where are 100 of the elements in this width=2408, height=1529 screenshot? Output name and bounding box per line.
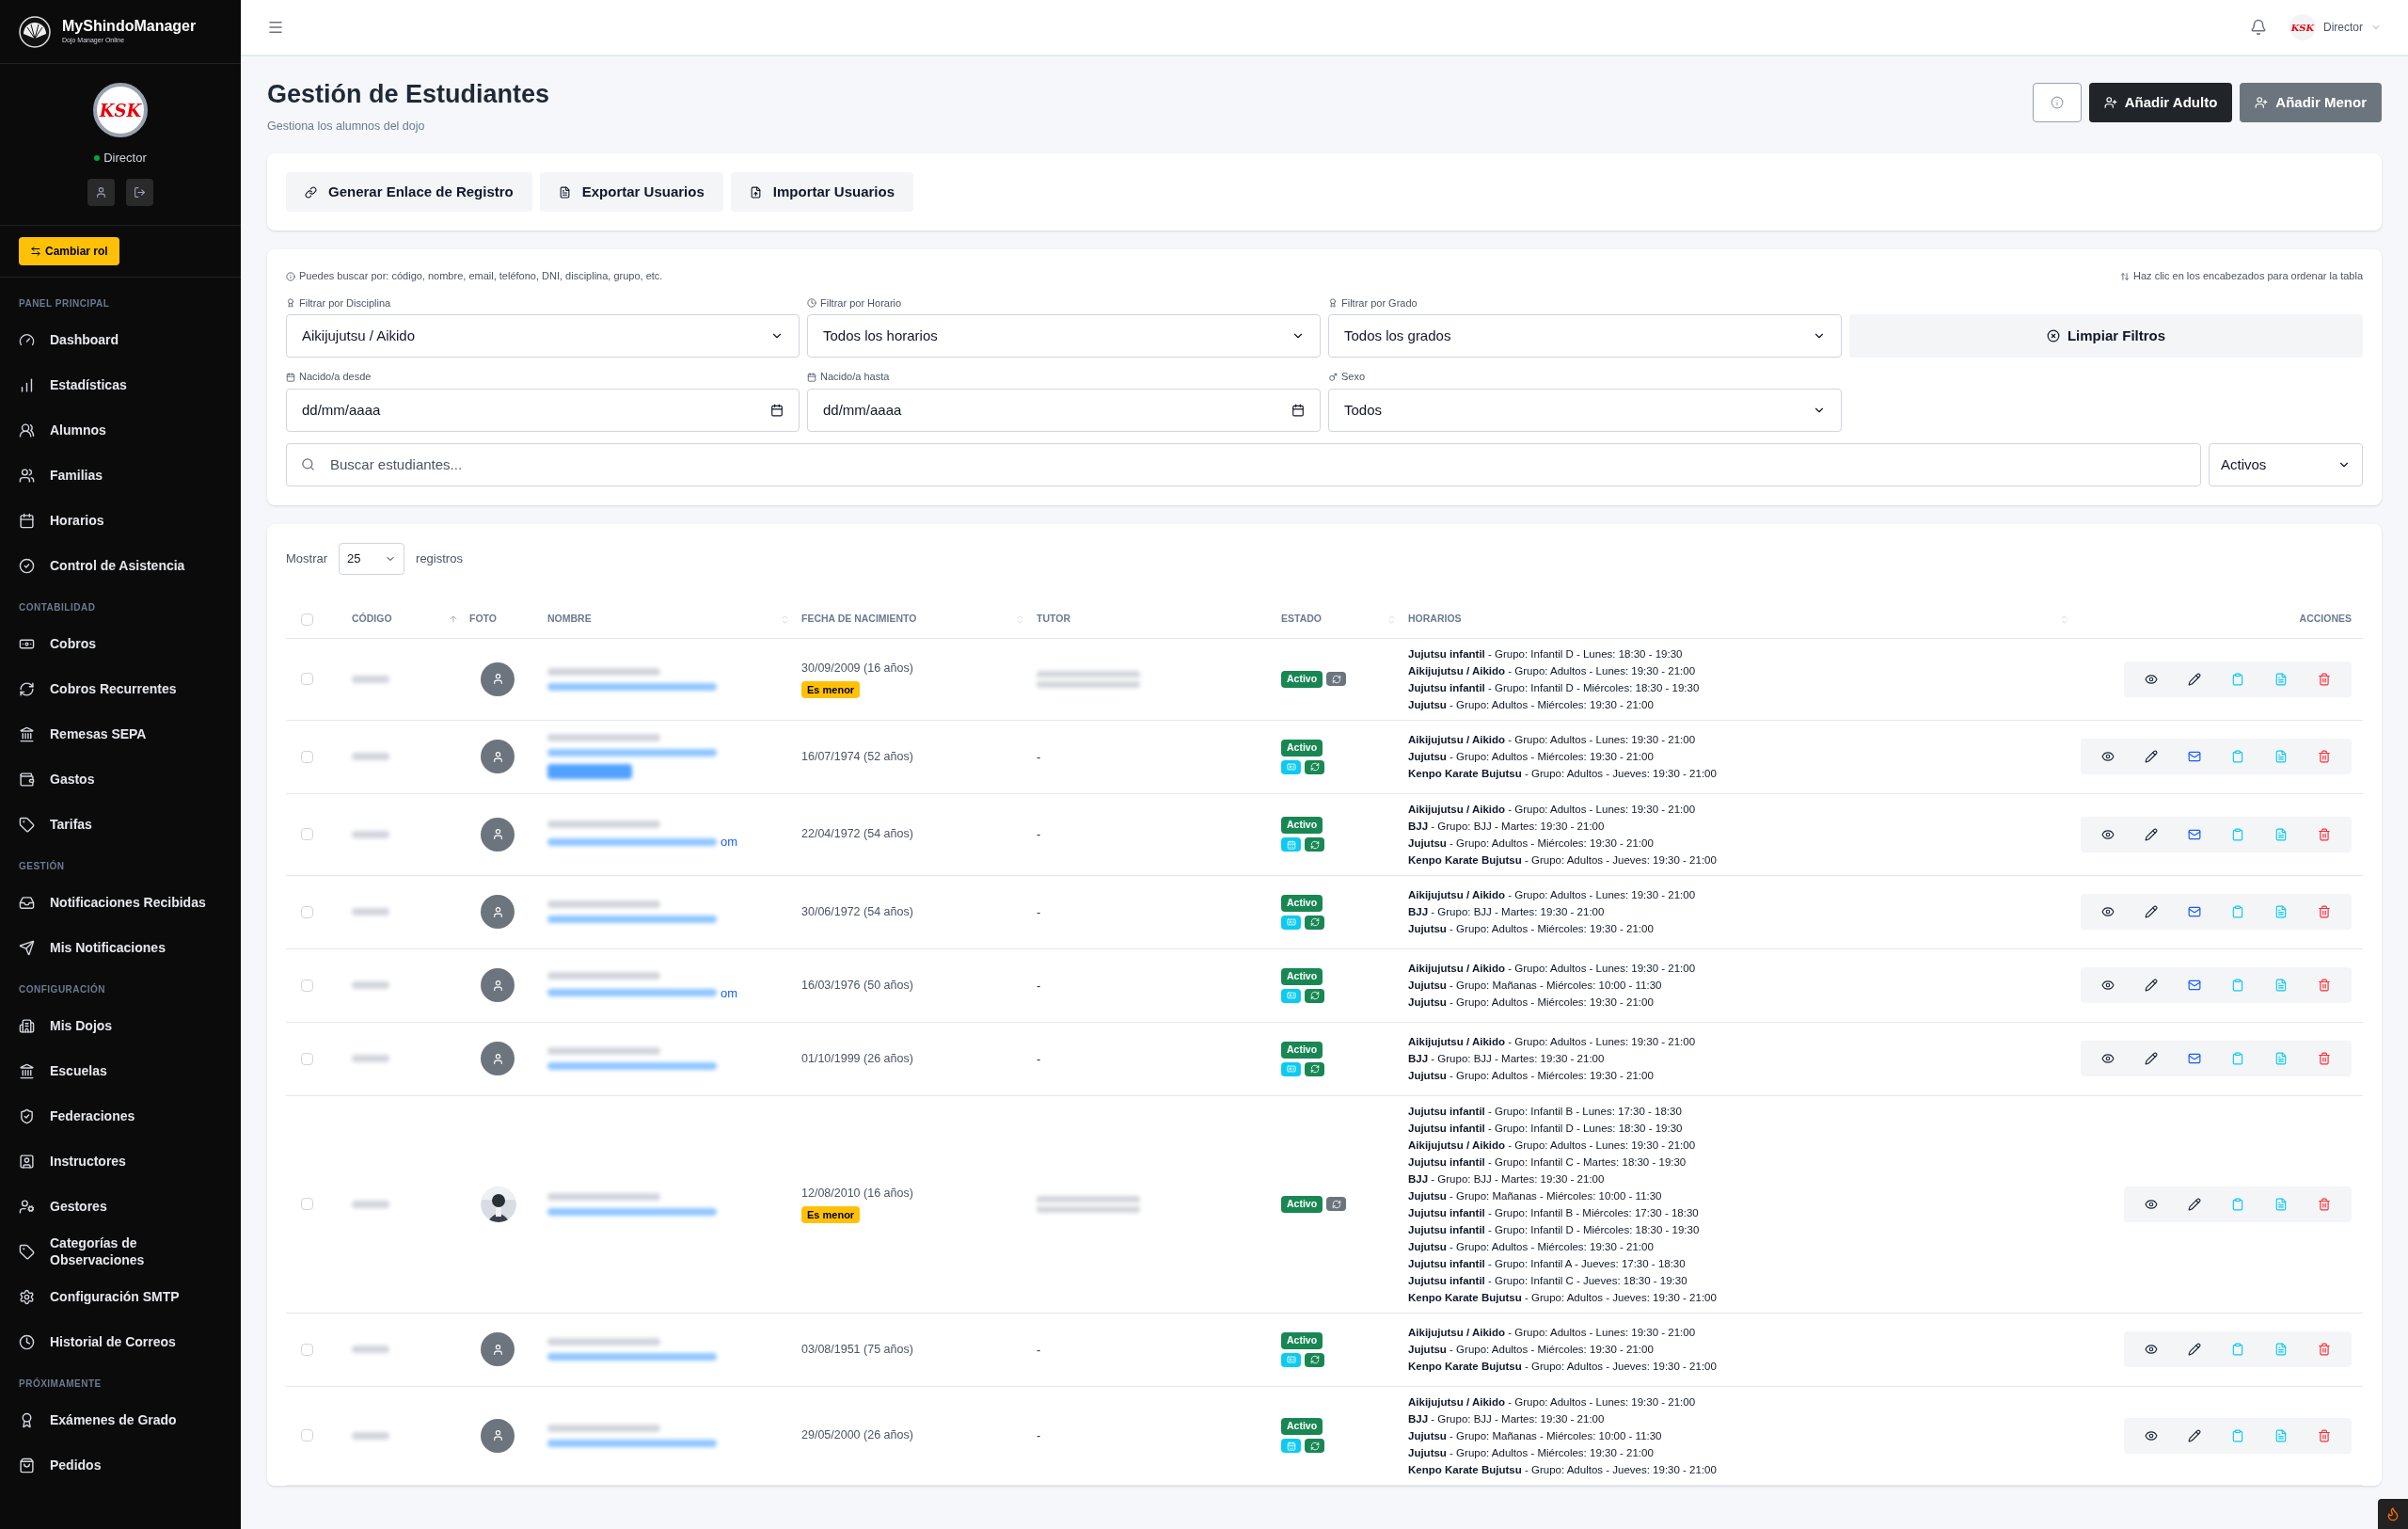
schedule-line: Jujutsu - Grupo: Adultos - Miércoles: 19:30 - 21:00 xyxy=(1408,995,1654,1011)
column-header[interactable]: CÓDIGO xyxy=(352,612,392,628)
column-header[interactable]: FECHA DE NACIMIENTO xyxy=(801,612,917,628)
nav-item[interactable]: Horarios xyxy=(19,498,222,544)
nav-item[interactable]: Instructores xyxy=(19,1139,222,1185)
logout-button[interactable] xyxy=(126,178,153,206)
page-size-select[interactable]: 25 xyxy=(339,542,405,575)
schedule-line: Aikijujutsu / Aikido - Grupo: Adultos - Lunes: 19:30 - 21:00 xyxy=(1408,1394,1696,1410)
row-checkbox[interactable] xyxy=(301,673,313,686)
column-header[interactable]: NOMBRE xyxy=(547,612,592,628)
nav-item[interactable]: Escuelas xyxy=(19,1048,222,1094)
date-field[interactable]: dd/mm/aaaa xyxy=(286,388,800,432)
column-header[interactable]: ESTADO xyxy=(1281,612,1322,628)
status-badge: Activo xyxy=(1281,1418,1323,1436)
info-icon xyxy=(286,271,295,281)
row-checkbox[interactable] xyxy=(301,1343,313,1356)
user-plus-icon xyxy=(2103,96,2117,109)
blurred-text xyxy=(352,1346,389,1354)
nav-item[interactable]: Configuración SMTP xyxy=(19,1274,222,1320)
search-icon xyxy=(301,456,315,471)
nav-item[interactable]: Familias xyxy=(19,453,222,499)
schedule-line: Aikijujutsu / Aikido - Grupo: Adultos - Lunes: 19:30 - 21:00 xyxy=(1408,962,1696,977)
row-checkbox[interactable] xyxy=(301,1198,313,1211)
clear-filters-button[interactable]: Limpiar Filtros xyxy=(1849,314,2363,358)
add-button[interactable]: Añadir Menor xyxy=(2240,83,2382,122)
nav-item[interactable]: Alumnos xyxy=(19,407,222,454)
row-checkbox[interactable] xyxy=(301,1052,313,1065)
select-field[interactable]: Todos los grados xyxy=(1328,314,1842,358)
nav-section-title: CONFIGURACIÓN xyxy=(19,982,107,996)
eye-icon xyxy=(2101,1052,2115,1066)
blurred-text xyxy=(352,1200,389,1208)
nav-item[interactable]: Notificaciones Recibidas xyxy=(19,880,222,926)
nav-item[interactable]: Mis Dojos xyxy=(19,1003,222,1049)
column-header[interactable]: FOTO xyxy=(469,612,497,628)
nav-item[interactable]: Estadísticas xyxy=(19,362,222,408)
user-menu[interactable]: KSK Director xyxy=(2289,14,2382,40)
nav-item[interactable]: Remesas SEPA xyxy=(19,711,222,757)
nav-item[interactable]: Dashboard xyxy=(19,317,222,363)
tool-button[interactable]: Generar Enlace de Registro xyxy=(286,172,532,213)
status-select[interactable]: Activos xyxy=(2209,442,2363,486)
row-checkbox[interactable] xyxy=(301,1429,313,1442)
nav-item[interactable]: Pedidos xyxy=(19,1442,222,1489)
notifications-button[interactable] xyxy=(2250,19,2267,36)
nav-item[interactable]: Mis Notificaciones xyxy=(19,925,222,971)
trash-icon xyxy=(2318,750,2331,764)
birth-date: 03/08/1951 (75 años) xyxy=(801,1341,913,1358)
nav-item[interactable]: Categorías de Observaciones xyxy=(19,1229,222,1275)
info-button[interactable] xyxy=(2032,83,2082,122)
sort-hint: Haz clic en los encabezados para ordenar la tabla xyxy=(2133,269,2363,284)
column-header[interactable]: TUTOR xyxy=(1037,612,1070,628)
nav-item[interactable]: Federaciones xyxy=(19,1093,222,1139)
medal-icon xyxy=(1328,298,1338,308)
profile-button[interactable] xyxy=(87,178,115,206)
clipboard-icon xyxy=(2231,1052,2244,1066)
trash-icon xyxy=(2318,905,2331,919)
row-checkbox[interactable] xyxy=(301,905,313,918)
nav-item[interactable]: Cobros xyxy=(19,621,222,667)
flame-button[interactable] xyxy=(2378,1499,2408,1529)
nav-item[interactable]: Tarifas xyxy=(19,802,222,848)
date-field[interactable]: dd/mm/aaaa xyxy=(807,388,1321,432)
tutor-text: - xyxy=(1037,827,1041,841)
schedule-line: Jujutsu - Grupo: Mañanas - Miércoles: 10:00 - 11:30 xyxy=(1408,979,1662,994)
switch-role-button[interactable]: Cambiar rol xyxy=(19,236,119,265)
bank-icon xyxy=(19,1063,35,1079)
filter-label: Sexo xyxy=(1341,370,1366,385)
calendar-icon xyxy=(770,403,784,417)
add-button[interactable]: Añadir Adulto xyxy=(2088,83,2233,122)
schedule-line: Jujutsu - Grupo: Mañanas - Miércoles: 10:00 - 11:30 xyxy=(1408,1188,1662,1203)
row-checkbox[interactable] xyxy=(301,750,313,763)
select-field[interactable]: Todos los horarios xyxy=(807,314,1321,358)
select-field[interactable]: Todos xyxy=(1328,388,1842,432)
select-field[interactable]: Aikijujutsu / Aikido xyxy=(286,314,800,358)
row-checkbox[interactable] xyxy=(301,979,313,992)
clipboard-icon xyxy=(2231,672,2244,686)
logout-icon xyxy=(134,185,146,199)
row-checkbox[interactable] xyxy=(301,828,313,841)
tool-button[interactable]: Exportar Usuarios xyxy=(539,172,723,213)
search-field[interactable]: Buscar estudiantes... xyxy=(286,442,2201,486)
tag-icon xyxy=(19,1244,35,1260)
nav-item[interactable]: Cobros Recurrentes xyxy=(19,666,222,712)
select-all-checkbox[interactable] xyxy=(301,613,313,626)
tool-button[interactable]: Importar Usuarios xyxy=(730,172,913,213)
nav-section-title: PANEL PRINCIPAL xyxy=(19,296,111,311)
nav-item[interactable]: Control de Asistencia xyxy=(19,543,222,589)
minor-badge: Es menor xyxy=(801,680,861,699)
column-header[interactable]: HORARIOS xyxy=(1408,612,1462,628)
document-icon xyxy=(2274,1197,2288,1211)
filter-label: Filtrar por Horario xyxy=(820,295,902,311)
nav-item[interactable]: Gastos xyxy=(19,757,222,803)
nav-section-title: CONTABILIDAD xyxy=(19,600,97,614)
schedule-line: Kenpo Karate Bujutsu - Grupo: Adultos - Jueves: 19:30 - 21:00 xyxy=(1408,767,1717,782)
column-header[interactable]: ACCIONES xyxy=(2299,612,2352,628)
schedule-line: BJJ - Grupo: BJJ - Martes: 19:30 - 21:00 xyxy=(1408,905,1605,920)
nav-item[interactable]: Exámenes de Grado xyxy=(19,1397,222,1443)
nav-section-title: PRÓXIMAMENTE xyxy=(19,1377,103,1391)
nav-item[interactable]: Gestores xyxy=(19,1184,222,1230)
birth-date: 12/08/2010 (16 años) xyxy=(801,1186,913,1202)
nav-item[interactable]: Historial de Correos xyxy=(19,1319,222,1365)
menu-button[interactable] xyxy=(267,19,284,36)
schedule-line: Jujutsu - Grupo: Adultos - Miércoles: 19:30 - 21:00 xyxy=(1408,750,1654,765)
